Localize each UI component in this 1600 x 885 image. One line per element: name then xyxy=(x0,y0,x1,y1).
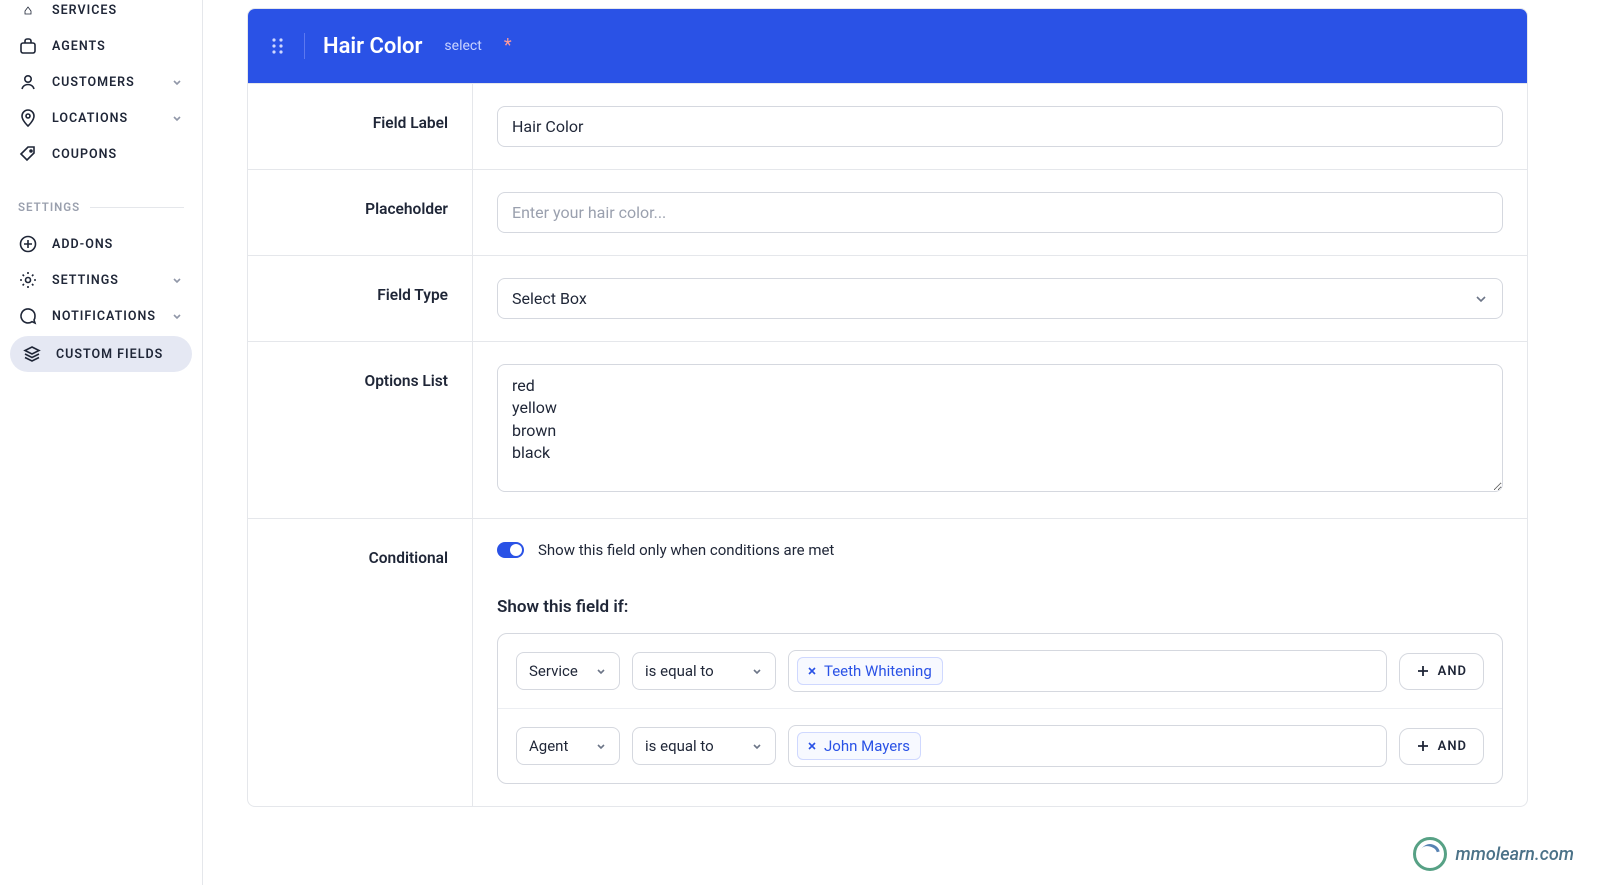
sidebar-item-services[interactable]: SERVICES xyxy=(0,0,202,28)
condition-operator-select[interactable]: is equal to xyxy=(632,727,776,765)
chevron-down-icon xyxy=(595,665,607,677)
chevron-down-icon xyxy=(595,740,607,752)
service-icon xyxy=(18,0,38,20)
select-value: is equal to xyxy=(645,662,714,680)
condition-attribute-select[interactable]: Agent xyxy=(516,727,620,765)
tag-remove-icon[interactable] xyxy=(806,665,818,677)
sidebar-item-settings[interactable]: SETTINGS xyxy=(0,262,202,298)
panel-title: Hair Color xyxy=(323,34,422,59)
add-and-condition-button[interactable]: AND xyxy=(1399,653,1484,690)
tag-label: John Mayers xyxy=(824,737,910,755)
gear-icon xyxy=(18,270,38,290)
sidebar-item-label: ADD-ONS xyxy=(52,237,184,252)
condition-value-input[interactable]: Teeth Whitening xyxy=(788,650,1387,692)
sidebar-item-notifications[interactable]: NOTIFICATIONS xyxy=(0,298,202,334)
sidebar-item-custom-fields[interactable]: CUSTOM FIELDS xyxy=(10,336,192,372)
chevron-down-icon xyxy=(751,740,763,752)
sidebar-heading-settings: SETTINGS xyxy=(0,172,202,226)
tag: Teeth Whitening xyxy=(797,657,943,685)
user-icon xyxy=(18,72,38,92)
field-type-select[interactable]: Select Box xyxy=(497,278,1503,319)
button-label: AND xyxy=(1438,664,1467,679)
divider xyxy=(90,207,184,208)
conditional-toggle[interactable] xyxy=(497,542,524,558)
field-label-input[interactable] xyxy=(497,106,1503,147)
sidebar-item-label: SETTINGS xyxy=(52,273,156,288)
required-marker: * xyxy=(504,37,512,55)
chevron-down-icon xyxy=(170,274,184,286)
row-field-type: Field Type Select Box xyxy=(248,255,1527,341)
toggle-label: Show this field only when conditions are… xyxy=(538,541,834,559)
tag-icon xyxy=(18,144,38,164)
plus-icon xyxy=(1416,739,1430,753)
panel-subtype: select xyxy=(444,38,481,54)
options-list-textarea[interactable] xyxy=(497,364,1503,492)
sidebar-item-label: COUPONS xyxy=(52,147,184,162)
conditional-toggle-row: Show this field only when conditions are… xyxy=(497,541,1503,559)
main-panel: Hair Color select * Field Label Placehol… xyxy=(203,0,1600,885)
chevron-down-icon xyxy=(170,310,184,322)
condition-row: Agent is equal to John Mayers xyxy=(498,708,1502,783)
field-panel: Hair Color select * Field Label Placehol… xyxy=(247,8,1528,807)
chevron-down-icon xyxy=(170,76,184,88)
condition-attribute-select[interactable]: Service xyxy=(516,652,620,690)
layers-icon xyxy=(22,344,42,364)
sidebar-item-label: SERVICES xyxy=(52,3,184,18)
row-options-list: Options List xyxy=(248,341,1527,518)
watermark-text: mmolearn.com xyxy=(1455,844,1574,865)
row-heading: Field Label xyxy=(248,84,473,169)
select-value: is equal to xyxy=(645,737,714,755)
add-and-condition-button[interactable]: AND xyxy=(1399,728,1484,765)
select-value: Agent xyxy=(529,737,568,755)
chevron-down-icon xyxy=(170,112,184,124)
row-heading: Field Type xyxy=(248,256,473,341)
select-value: Select Box xyxy=(512,289,587,308)
sidebar-item-customers[interactable]: CUSTOMERS xyxy=(0,64,202,100)
pin-icon xyxy=(18,108,38,128)
button-label: AND xyxy=(1438,739,1467,754)
condition-value-input[interactable]: John Mayers xyxy=(788,725,1387,767)
tag-remove-icon[interactable] xyxy=(806,740,818,752)
sidebar-item-label: CUSTOM FIELDS xyxy=(56,347,180,362)
watermark: mmolearn.com xyxy=(1413,837,1574,871)
briefcase-icon xyxy=(18,36,38,56)
condition-row: Service is equal to Teeth Whitening xyxy=(498,634,1502,708)
plus-icon xyxy=(1416,664,1430,678)
sidebar: SERVICES AGENTS CUSTOMERS LOCATIONS COUP… xyxy=(0,0,203,885)
sidebar-item-label: NOTIFICATIONS xyxy=(52,309,156,324)
conditions-group: Service is equal to Teeth Whitening xyxy=(497,633,1503,784)
sidebar-item-label: LOCATIONS xyxy=(52,111,156,126)
tag: John Mayers xyxy=(797,732,921,760)
plus-circle-icon xyxy=(18,234,38,254)
row-placeholder: Placeholder xyxy=(248,169,1527,255)
sidebar-item-addons[interactable]: ADD-ONS xyxy=(0,226,202,262)
watermark-logo-icon xyxy=(1413,837,1447,871)
row-heading: Placeholder xyxy=(248,170,473,255)
sidebar-item-coupons[interactable]: COUPONS xyxy=(0,136,202,172)
sidebar-item-agents[interactable]: AGENTS xyxy=(0,28,202,64)
condition-operator-select[interactable]: is equal to xyxy=(632,652,776,690)
conditions-heading: Show this field if: xyxy=(497,597,1503,617)
chevron-down-icon xyxy=(751,665,763,677)
divider xyxy=(304,33,305,59)
row-field-label: Field Label xyxy=(248,83,1527,169)
chat-icon xyxy=(18,306,38,326)
placeholder-input[interactable] xyxy=(497,192,1503,233)
chevron-down-icon xyxy=(1474,292,1488,306)
row-conditional: Conditional Show this field only when co… xyxy=(248,518,1527,806)
sidebar-item-locations[interactable]: LOCATIONS xyxy=(0,100,202,136)
sidebar-heading-label: SETTINGS xyxy=(18,200,80,214)
tag-label: Teeth Whitening xyxy=(824,662,932,680)
drag-handle-icon[interactable] xyxy=(270,34,286,58)
row-heading: Options List xyxy=(248,342,473,518)
sidebar-item-label: CUSTOMERS xyxy=(52,75,156,90)
sidebar-item-label: AGENTS xyxy=(52,39,184,54)
select-value: Service xyxy=(529,662,578,680)
row-heading: Conditional xyxy=(248,519,473,806)
panel-header: Hair Color select * xyxy=(248,9,1527,83)
